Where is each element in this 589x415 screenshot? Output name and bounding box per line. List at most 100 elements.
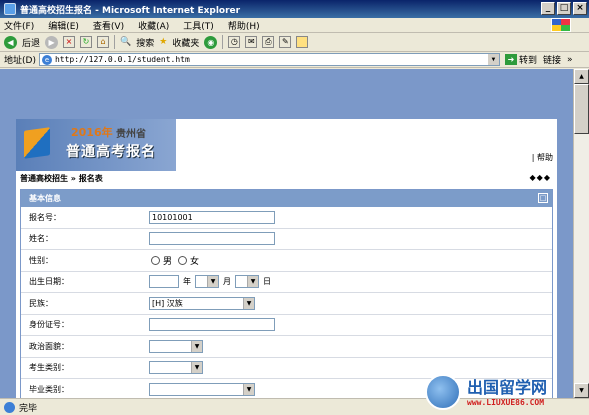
edit-icon[interactable]: ✎ bbox=[279, 36, 292, 48]
name-label: 姓名： bbox=[29, 234, 53, 244]
browser-viewport: 2016年 贵州省 普通高考报名 | 帮助 普通高校招生 » 报名表 ◆◆◆ 基… bbox=[0, 69, 573, 398]
chevron-down-icon[interactable]: ▼ bbox=[243, 297, 254, 309]
home-icon[interactable]: ⌂ bbox=[97, 36, 110, 48]
id-input[interactable] bbox=[149, 318, 275, 332]
address-url[interactable]: http://127.0.0.1/student.htm bbox=[55, 55, 190, 64]
go-button[interactable]: ➜ 转到 bbox=[504, 53, 537, 66]
links-button[interactable]: 链接 bbox=[543, 53, 561, 66]
history-icon[interactable]: ◷ bbox=[228, 36, 241, 48]
chevron-down-icon[interactable]: ▼ bbox=[191, 362, 202, 374]
watermark: 出国留学网 www.LIUXUE86.COM bbox=[425, 372, 585, 412]
scroll-up-icon[interactable]: ▲ bbox=[574, 69, 589, 84]
form-row-politics: 政治面貌： ▼ bbox=[21, 336, 552, 358]
links-chevron-icon[interactable]: » bbox=[567, 55, 573, 65]
page-icon: e bbox=[41, 54, 52, 65]
media-icon[interactable]: ◉ bbox=[204, 35, 218, 49]
back-arrow-icon[interactable]: ◀ bbox=[4, 35, 17, 49]
windows-logo-icon bbox=[551, 18, 571, 32]
favorites-star-icon[interactable]: ★ bbox=[159, 37, 167, 47]
year-unit: 年 bbox=[183, 277, 191, 287]
address-label: 地址(D) bbox=[4, 56, 36, 66]
gender-female-label: 女 bbox=[190, 256, 200, 267]
birth-month-select[interactable]: ▼ bbox=[195, 275, 219, 289]
ethnicity-value: [H] 汉族 bbox=[152, 298, 183, 308]
menu-view[interactable]: 查看(V) bbox=[93, 19, 124, 32]
window-title: 普通高校招生报名 - Microsoft Internet Explorer bbox=[20, 5, 241, 16]
page-content: 2016年 贵州省 普通高考报名 | 帮助 普通高校招生 » 报名表 ◆◆◆ 基… bbox=[16, 69, 557, 398]
chevron-down-icon[interactable]: ▼ bbox=[191, 340, 202, 352]
address-bar: 地址(D) e http://127.0.0.1/student.htm ▼ ➜… bbox=[0, 52, 589, 68]
address-input[interactable]: e http://127.0.0.1/student.htm ▼ bbox=[38, 53, 500, 66]
window-title-bar: 普通高校招生报名 - Microsoft Internet Explorer _… bbox=[0, 0, 589, 18]
page-top-band bbox=[16, 69, 557, 119]
gender-label: 性别： bbox=[29, 255, 53, 265]
mail-icon[interactable]: ✉ bbox=[245, 36, 258, 48]
id-label: 身份证号： bbox=[29, 320, 69, 330]
back-button[interactable]: 后退 bbox=[22, 36, 40, 49]
watermark-logo-icon bbox=[425, 374, 461, 410]
birth-label: 出生日期： bbox=[29, 277, 69, 287]
minimize-button[interactable]: _ bbox=[541, 2, 555, 15]
form-row-reg-no: 报名号： 10101001 bbox=[21, 207, 552, 229]
go-label[interactable]: 转到 bbox=[519, 53, 537, 66]
politics-label: 政治面貌： bbox=[29, 341, 69, 351]
reg-no-input[interactable]: 10101001 bbox=[149, 210, 275, 224]
ethnicity-label: 民族： bbox=[29, 298, 53, 308]
ie-icon bbox=[4, 3, 16, 15]
banner-title: 普通高考报名 bbox=[66, 144, 156, 160]
category-select[interactable]: ▼ bbox=[149, 361, 203, 375]
maximize-button[interactable]: □ bbox=[557, 2, 571, 15]
grad-label: 毕业类别： bbox=[29, 384, 69, 394]
grad-select[interactable]: ▼ bbox=[149, 382, 255, 396]
day-unit: 日 bbox=[263, 277, 271, 287]
menu-file[interactable]: 文件(F) bbox=[4, 19, 34, 32]
form-row-id: 身份证号： bbox=[21, 315, 552, 336]
close-button[interactable]: × bbox=[573, 2, 587, 15]
watermark-title: 出国留学网 bbox=[467, 378, 548, 397]
form-row-name: 姓名： bbox=[21, 229, 552, 250]
banner: 2016年 贵州省 普通高考报名 | 帮助 bbox=[16, 119, 557, 171]
page-done-icon bbox=[4, 401, 15, 413]
category-label: 考生类别： bbox=[29, 363, 69, 373]
forward-arrow-icon[interactable]: ▶ bbox=[45, 35, 59, 49]
banner-province: 贵州省 bbox=[116, 129, 146, 140]
watermark-url: www.LIUXUE86.COM bbox=[467, 398, 545, 407]
address-dropdown-icon[interactable]: ▼ bbox=[487, 54, 499, 65]
scroll-thumb[interactable] bbox=[574, 84, 589, 134]
gender-female-radio[interactable] bbox=[178, 255, 188, 265]
banner-year: 2016年 bbox=[71, 126, 113, 139]
menu-tools[interactable]: 工具(T) bbox=[183, 19, 214, 32]
form-row-ethnicity: 民族： [H] 汉族 ▼ bbox=[21, 293, 552, 315]
politics-select[interactable]: ▼ bbox=[149, 339, 203, 353]
chevron-down-icon[interactable]: ▼ bbox=[247, 276, 258, 288]
gender-male-label: 男 bbox=[163, 256, 173, 267]
search-icon[interactable]: 🔍 bbox=[120, 37, 131, 47]
favorites-button[interactable]: 收藏夹 bbox=[172, 36, 199, 49]
cube-logo-icon bbox=[24, 127, 50, 159]
vertical-scrollbar[interactable]: ▲ ▼ bbox=[573, 69, 589, 398]
menu-favorites[interactable]: 收藏(A) bbox=[138, 19, 169, 32]
menu-edit[interactable]: 编辑(E) bbox=[48, 19, 79, 32]
go-arrow-icon[interactable]: ➜ bbox=[504, 54, 517, 65]
chevron-down-icon[interactable]: ▼ bbox=[207, 276, 218, 288]
help-link[interactable]: | 帮助 bbox=[532, 152, 553, 163]
gender-male-radio[interactable] bbox=[151, 255, 160, 265]
stop-icon[interactable]: × bbox=[63, 36, 76, 48]
birth-year-input[interactable] bbox=[149, 275, 179, 289]
print-icon[interactable]: ⎙ bbox=[262, 36, 275, 48]
search-button[interactable]: 搜索 bbox=[136, 36, 154, 49]
ethnicity-select[interactable]: [H] 汉族 ▼ bbox=[149, 296, 255, 310]
menu-help[interactable]: 帮助(H) bbox=[228, 19, 260, 32]
collapse-icon[interactable]: □ bbox=[538, 193, 548, 203]
birth-day-select[interactable]: ▼ bbox=[235, 275, 259, 289]
toolbar: ◀ 后退 ▶ × ↻ ⌂ 🔍 搜索 ★ 收藏夹 ◉ ◷ ✉ ⎙ ✎ bbox=[0, 33, 589, 52]
registration-form: 基本信息 □ 报名号： 10101001 姓名： 性别： 男 女 出生日期： 年… bbox=[20, 189, 553, 398]
toolbar-separator bbox=[222, 35, 224, 49]
status-text: 完毕 bbox=[19, 403, 38, 414]
month-unit: 月 bbox=[223, 277, 231, 287]
chevron-down-icon[interactable]: ▼ bbox=[243, 383, 254, 395]
refresh-icon[interactable]: ↻ bbox=[80, 36, 93, 48]
folder-icon[interactable] bbox=[296, 36, 309, 48]
dots-icon: ◆◆◆ bbox=[529, 173, 551, 182]
name-input[interactable] bbox=[149, 232, 275, 246]
